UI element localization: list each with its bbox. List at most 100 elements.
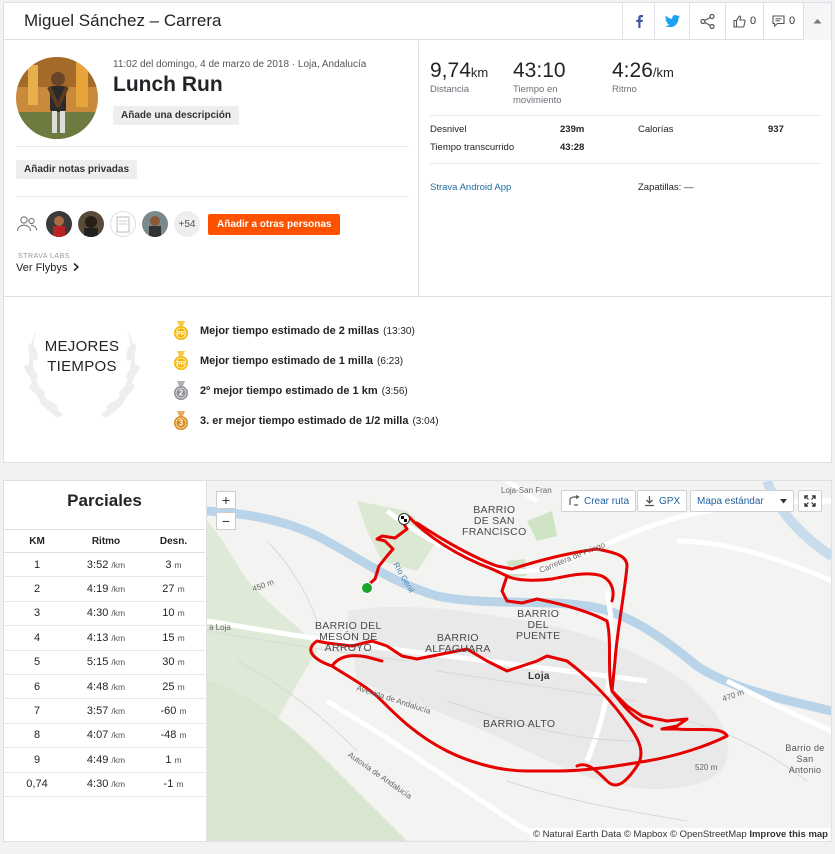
moving-time-value: 43:10 — [513, 59, 566, 82]
athlete-avatar-small[interactable] — [142, 211, 168, 237]
split-pace-unit: /km — [111, 681, 126, 692]
best-effort-item[interactable]: 2 2º mejor tiempo estimado de 1 km (3:56) — [172, 381, 408, 401]
elapsed-time-value: 43:28 — [560, 142, 585, 153]
split-row[interactable]: 3 4:30 /km 10 m — [4, 602, 205, 627]
split-row[interactable]: 6 4:48 /km 25 m — [4, 675, 205, 700]
split-elev: 27 m — [142, 583, 205, 595]
share-twitter-button[interactable] — [654, 2, 689, 40]
calories-value: 937 — [768, 124, 784, 135]
chevron-right-icon — [73, 262, 80, 272]
split-row[interactable]: 4 4:13 /km 15 m — [4, 626, 205, 651]
split-km: 7 — [33, 705, 41, 718]
best-effort-item[interactable]: PR Mejor tiempo estimado de 2 millas (13:3… — [172, 321, 415, 341]
athlete-avatar-small[interactable] — [110, 211, 136, 237]
athlete-avatar[interactable] — [16, 57, 98, 139]
split-row[interactable]: 5 5:15 /km 30 m — [4, 651, 205, 675]
split-elev-value: 25 — [162, 680, 175, 693]
fullscreen-button[interactable] — [798, 490, 822, 512]
split-pace: 4:49 /km — [70, 754, 142, 766]
split-elev-unit: m — [177, 584, 185, 595]
best-effort-item[interactable]: PR Mejor tiempo estimado de 1 milla (6:23) — [172, 351, 403, 371]
splits-map-card: Parciales KM Ritmo Desn. 1 3:52 /km 3 m 2 4:… — [3, 480, 832, 842]
split-elev-value: 27 — [162, 583, 175, 596]
map-label-line: ARROYO — [324, 642, 372, 654]
split-elev-unit: m — [179, 706, 187, 717]
split-km: 8 — [33, 729, 41, 742]
split-row[interactable]: 7 3:57 /km -60 m — [4, 699, 205, 724]
split-pace-unit: /km — [111, 632, 126, 643]
map-label-line: ALFAGUARA — [425, 643, 491, 655]
add-description-button[interactable]: Añade una descripción — [113, 106, 240, 125]
add-private-notes-button[interactable]: Añadir notas privadas — [16, 160, 138, 179]
group-icon — [16, 216, 38, 232]
share-button[interactable] — [689, 2, 725, 40]
group-athletes-row: +54 Añadir a otras personas — [16, 211, 341, 237]
improve-map-link[interactable]: Improve this map — [749, 829, 828, 840]
split-pace-value: 4:13 — [86, 631, 109, 644]
split-elev-unit: m — [177, 608, 185, 619]
map-style-select[interactable]: Mapa estándar — [690, 490, 794, 512]
split-pace-unit: /km — [111, 657, 126, 668]
medal-icon: PR — [174, 321, 188, 340]
shoes-row: Zapatillas: — — [638, 182, 693, 193]
medal-rank: PR — [177, 332, 186, 338]
split-elev-value: 3 — [165, 558, 172, 571]
elapsed-time-label: Tiempo transcurrido — [430, 142, 515, 153]
split-pace-unit: /km — [111, 584, 126, 595]
split-row[interactable]: 2 4:19 /km 27 m — [4, 577, 205, 602]
gpx-download-button[interactable]: GPX — [637, 490, 688, 512]
split-elev-value: 30 — [162, 656, 175, 669]
splits-title: Parciales — [67, 491, 142, 510]
map-label-barrio-meson-arroyo: BARRIO DEL MESÓN DE ARROYO — [315, 621, 382, 654]
split-pace-unit: /km — [111, 754, 126, 765]
split-row[interactable]: 8 4:07 /km -48 m — [4, 724, 205, 749]
col-pace-header: Ritmo — [91, 535, 121, 547]
divider — [16, 146, 409, 147]
activity-title: Lunch Run — [113, 73, 223, 96]
activity-datetime-location: 11:02 del domingo, 4 de marzo de 2018 · … — [113, 59, 367, 70]
best-effort-time: (3:56) — [381, 385, 408, 397]
athlete-avatar-small[interactable] — [78, 211, 104, 237]
route-map[interactable]: + − Crear ruta GPX Mapa estándar BARRIO … — [206, 481, 831, 841]
split-pace: 4:30 /km — [70, 607, 142, 619]
shoes-value: — — [683, 182, 694, 193]
create-route-button[interactable]: Crear ruta — [561, 490, 637, 512]
collapse-button[interactable] — [803, 2, 831, 40]
split-pace-unit: /km — [111, 559, 126, 570]
kudos-button[interactable]: 0 — [725, 2, 763, 40]
best-efforts-section: MEJORES TIEMPOS PR Mejor tiempo estimado … — [4, 296, 831, 462]
splits-table: Parciales KM Ritmo Desn. 1 3:52 /km 3 m 2 4:… — [4, 481, 205, 841]
medal-rank: PR — [177, 362, 186, 368]
share-facebook-button[interactable] — [622, 2, 654, 40]
medal-rank: 2 — [179, 389, 184, 398]
zoom-out-button[interactable]: − — [216, 512, 236, 530]
split-pace: 5:15 /km — [70, 656, 142, 668]
zoom-in-button[interactable]: + — [216, 491, 236, 509]
split-elev-value: -60 — [160, 705, 177, 718]
flyby-link[interactable]: Ver Flybys — [16, 262, 80, 274]
map-label-barrio-alfaguara: BARRIO ALFAGUARA — [425, 633, 491, 655]
download-icon — [645, 496, 654, 507]
distance-label: Distancia — [430, 84, 470, 95]
split-row[interactable]: 0,74 4:30 /km -1 m — [4, 773, 205, 797]
device-link[interactable]: Strava Android App — [430, 182, 511, 193]
gpx-label: GPX — [659, 495, 681, 507]
split-elev: 25 m — [142, 681, 205, 693]
split-km: 1 — [33, 558, 41, 571]
distance-value: 9,74 — [430, 59, 471, 82]
add-others-button[interactable]: Añadir a otras personas — [208, 213, 341, 235]
more-athletes-count[interactable]: +54 — [174, 211, 200, 237]
split-row[interactable]: 9 4:49 /km 1 m — [4, 748, 205, 773]
split-elev: -60 m — [142, 705, 205, 717]
best-efforts-title-line2: TIEMPOS — [47, 358, 117, 375]
split-row[interactable]: 1 3:52 /km 3 m — [4, 553, 205, 578]
best-effort-item[interactable]: 3 3. er mejor tiempo estimado de 1/2 mill… — [172, 411, 439, 431]
activity-summary: 11:02 del domingo, 4 de marzo de 2018 · … — [4, 41, 419, 296]
comments-button[interactable]: 0 — [763, 2, 803, 40]
split-pace-value: 4:19 — [86, 583, 109, 596]
map-label-barrio-del-puente: BARRIO DEL PUENTE — [516, 609, 560, 642]
athlete-avatar-small[interactable] — [46, 211, 72, 237]
map-road-label: Loja-San Fran — [501, 486, 552, 495]
activity-header: Miguel Sánchez – Carrera 0 0 — [4, 2, 831, 40]
split-pace: 4:13 /km — [70, 632, 142, 644]
